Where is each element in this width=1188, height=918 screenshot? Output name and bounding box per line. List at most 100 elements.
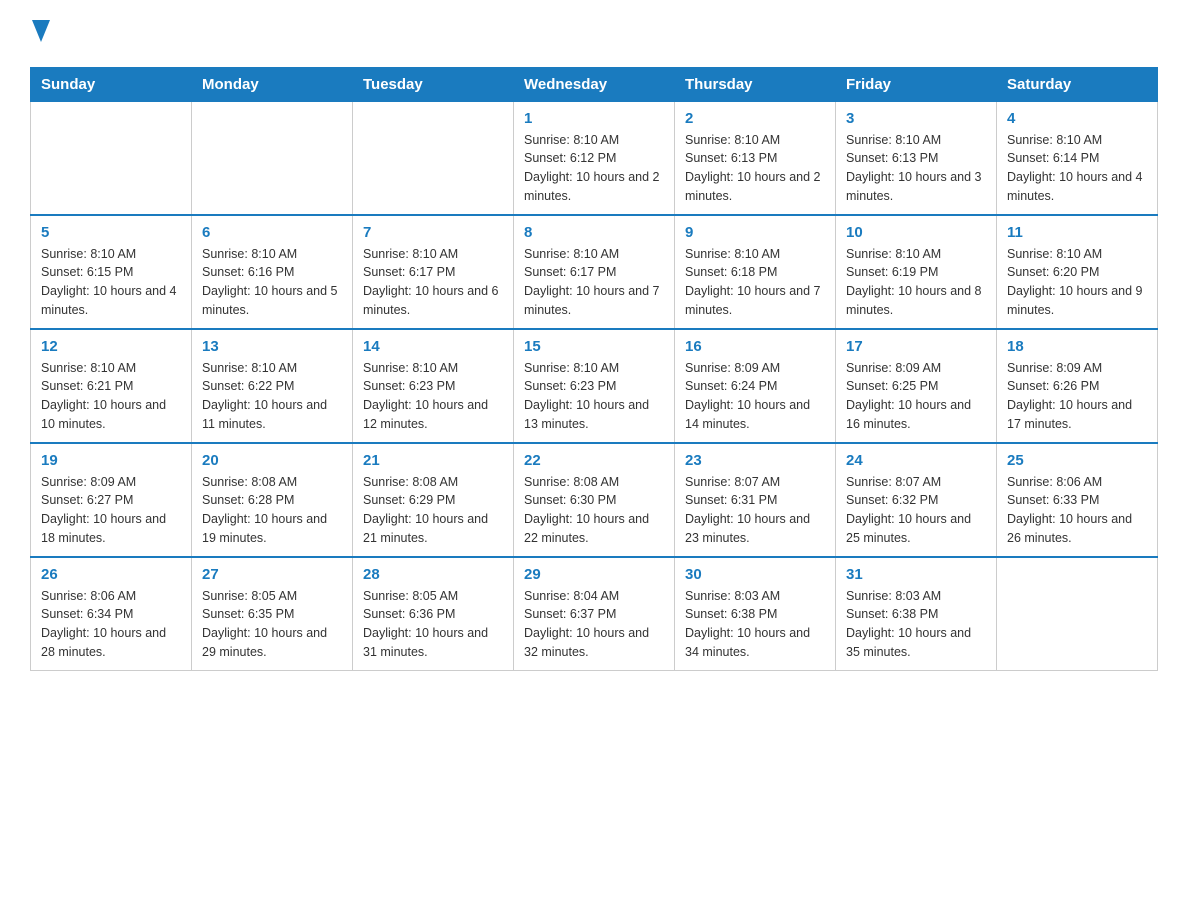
calendar-day-cell — [192, 101, 353, 215]
day-info: Sunrise: 8:10 AMSunset: 6:20 PMDaylight:… — [1007, 245, 1147, 320]
day-info: Sunrise: 8:10 AMSunset: 6:17 PMDaylight:… — [363, 245, 503, 320]
calendar-day-cell: 16 Sunrise: 8:09 AMSunset: 6:24 PMDayligh… — [675, 329, 836, 443]
calendar-day-cell: 17 Sunrise: 8:09 AMSunset: 6:25 PMDayligh… — [836, 329, 997, 443]
day-number: 2 — [685, 110, 825, 127]
day-info: Sunrise: 8:06 AMSunset: 6:34 PMDaylight:… — [41, 587, 181, 662]
calendar-day-cell — [997, 557, 1158, 671]
calendar-day-header: Saturday — [997, 67, 1158, 101]
calendar-day-cell: 13 Sunrise: 8:10 AMSunset: 6:22 PMDayligh… — [192, 329, 353, 443]
day-number: 30 — [685, 566, 825, 583]
day-number: 14 — [363, 338, 503, 355]
day-number: 12 — [41, 338, 181, 355]
day-info: Sunrise: 8:09 AMSunset: 6:26 PMDaylight:… — [1007, 359, 1147, 434]
day-number: 11 — [1007, 224, 1147, 241]
logo — [30, 20, 50, 47]
calendar-day-cell: 25Sunrise: 8:06 AMSunset: 6:33 PMDayligh… — [997, 443, 1158, 557]
day-info: Sunrise: 8:07 AMSunset: 6:31 PMDaylight:… — [685, 473, 825, 548]
day-info: Sunrise: 8:10 AMSunset: 6:16 PMDaylight:… — [202, 245, 342, 320]
calendar-header-row: SundayMondayTuesdayWednesdayThursdayFrid… — [31, 67, 1158, 101]
calendar-day-header: Wednesday — [514, 67, 675, 101]
calendar-day-cell: 31 Sunrise: 8:03 AMSunset: 6:38 PMDayligh… — [836, 557, 997, 671]
calendar-day-header: Thursday — [675, 67, 836, 101]
day-number: 20 — [202, 452, 342, 469]
day-number: 3 — [846, 110, 986, 127]
day-info: Sunrise: 8:10 AMSunset: 6:17 PMDaylight:… — [524, 245, 664, 320]
calendar-day-cell: 18 Sunrise: 8:09 AMSunset: 6:26 PMDayligh… — [997, 329, 1158, 443]
day-info: Sunrise: 8:10 AMSunset: 6:19 PMDaylight:… — [846, 245, 986, 320]
day-number: 7 — [363, 224, 503, 241]
logo-triangle-icon — [32, 20, 50, 42]
day-info: Sunrise: 8:10 AMSunset: 6:23 PMDaylight:… — [363, 359, 503, 434]
day-info: Sunrise: 8:08 AMSunset: 6:28 PMDaylight:… — [202, 473, 342, 548]
calendar-day-cell: 19 Sunrise: 8:09 AMSunset: 6:27 PMDayligh… — [31, 443, 192, 557]
day-number: 10 — [846, 224, 986, 241]
calendar-day-cell: 26 Sunrise: 8:06 AMSunset: 6:34 PMDayligh… — [31, 557, 192, 671]
calendar-day-header: Tuesday — [353, 67, 514, 101]
day-info: Sunrise: 8:10 AMSunset: 6:12 PMDaylight:… — [524, 131, 664, 206]
day-number: 31 — [846, 566, 986, 583]
day-info: Sunrise: 8:09 AMSunset: 6:27 PMDaylight:… — [41, 473, 181, 548]
calendar-day-cell: 20 Sunrise: 8:08 AMSunset: 6:28 PMDayligh… — [192, 443, 353, 557]
calendar-day-cell: 3 Sunrise: 8:10 AMSunset: 6:13 PMDaylight… — [836, 101, 997, 215]
day-number: 27 — [202, 566, 342, 583]
calendar-day-cell: 4 Sunrise: 8:10 AMSunset: 6:14 PMDaylight… — [997, 101, 1158, 215]
calendar-day-cell: 27 Sunrise: 8:05 AMSunset: 6:35 PMDayligh… — [192, 557, 353, 671]
day-number: 18 — [1007, 338, 1147, 355]
calendar-day-cell: 12 Sunrise: 8:10 AMSunset: 6:21 PMDayligh… — [31, 329, 192, 443]
calendar-week-row: 5Sunrise: 8:10 AMSunset: 6:15 PMDaylight… — [31, 215, 1158, 329]
day-number: 4 — [1007, 110, 1147, 127]
calendar-day-cell: 1 Sunrise: 8:10 AMSunset: 6:12 PMDaylight… — [514, 101, 675, 215]
calendar-day-cell: 7 Sunrise: 8:10 AMSunset: 6:17 PMDaylight… — [353, 215, 514, 329]
calendar-week-row: 26 Sunrise: 8:06 AMSunset: 6:34 PMDayligh… — [31, 557, 1158, 671]
day-number: 22 — [524, 452, 664, 469]
day-number: 25 — [1007, 452, 1147, 469]
calendar-day-cell: 30Sunrise: 8:03 AMSunset: 6:38 PMDayligh… — [675, 557, 836, 671]
calendar-day-cell: 29 Sunrise: 8:04 AMSunset: 6:37 PMDayligh… — [514, 557, 675, 671]
calendar-day-cell: 2 Sunrise: 8:10 AMSunset: 6:13 PMDaylight… — [675, 101, 836, 215]
day-info: Sunrise: 8:10 AMSunset: 6:13 PMDaylight:… — [846, 131, 986, 206]
calendar-week-row: 1 Sunrise: 8:10 AMSunset: 6:12 PMDaylight… — [31, 101, 1158, 215]
day-info: Sunrise: 8:04 AMSunset: 6:37 PMDaylight:… — [524, 587, 664, 662]
calendar-day-header: Friday — [836, 67, 997, 101]
day-info: Sunrise: 8:10 AMSunset: 6:21 PMDaylight:… — [41, 359, 181, 434]
calendar-week-row: 19 Sunrise: 8:09 AMSunset: 6:27 PMDayligh… — [31, 443, 1158, 557]
calendar-day-cell: 14 Sunrise: 8:10 AMSunset: 6:23 PMDayligh… — [353, 329, 514, 443]
day-info: Sunrise: 8:10 AMSunset: 6:18 PMDaylight:… — [685, 245, 825, 320]
calendar-table: SundayMondayTuesdayWednesdayThursdayFrid… — [30, 67, 1158, 671]
day-info: Sunrise: 8:09 AMSunset: 6:25 PMDaylight:… — [846, 359, 986, 434]
calendar-day-cell: 9 Sunrise: 8:10 AMSunset: 6:18 PMDaylight… — [675, 215, 836, 329]
day-number: 1 — [524, 110, 664, 127]
calendar-day-cell: 22 Sunrise: 8:08 AMSunset: 6:30 PMDayligh… — [514, 443, 675, 557]
calendar-day-cell: 5Sunrise: 8:10 AMSunset: 6:15 PMDaylight… — [31, 215, 192, 329]
calendar-day-cell — [353, 101, 514, 215]
calendar-day-cell: 23Sunrise: 8:07 AMSunset: 6:31 PMDayligh… — [675, 443, 836, 557]
day-number: 19 — [41, 452, 181, 469]
calendar-day-cell: 11 Sunrise: 8:10 AMSunset: 6:20 PMDayligh… — [997, 215, 1158, 329]
day-number: 17 — [846, 338, 986, 355]
day-info: Sunrise: 8:10 AMSunset: 6:22 PMDaylight:… — [202, 359, 342, 434]
day-info: Sunrise: 8:03 AMSunset: 6:38 PMDaylight:… — [846, 587, 986, 662]
day-info: Sunrise: 8:07 AMSunset: 6:32 PMDaylight:… — [846, 473, 986, 548]
calendar-day-header: Sunday — [31, 67, 192, 101]
day-number: 29 — [524, 566, 664, 583]
day-number: 8 — [524, 224, 664, 241]
day-number: 28 — [363, 566, 503, 583]
calendar-day-cell: 15 Sunrise: 8:10 AMSunset: 6:23 PMDayligh… — [514, 329, 675, 443]
day-number: 16 — [685, 338, 825, 355]
day-number: 9 — [685, 224, 825, 241]
calendar-day-cell: 24 Sunrise: 8:07 AMSunset: 6:32 PMDayligh… — [836, 443, 997, 557]
day-info: Sunrise: 8:05 AMSunset: 6:35 PMDaylight:… — [202, 587, 342, 662]
day-number: 13 — [202, 338, 342, 355]
calendar-day-cell — [31, 101, 192, 215]
day-info: Sunrise: 8:10 AMSunset: 6:23 PMDaylight:… — [524, 359, 664, 434]
day-info: Sunrise: 8:08 AMSunset: 6:30 PMDaylight:… — [524, 473, 664, 548]
day-info: Sunrise: 8:08 AMSunset: 6:29 PMDaylight:… — [363, 473, 503, 548]
calendar-day-cell: 6 Sunrise: 8:10 AMSunset: 6:16 PMDaylight… — [192, 215, 353, 329]
day-info: Sunrise: 8:10 AMSunset: 6:13 PMDaylight:… — [685, 131, 825, 206]
day-info: Sunrise: 8:10 AMSunset: 6:14 PMDaylight:… — [1007, 131, 1147, 206]
day-number: 15 — [524, 338, 664, 355]
day-number: 6 — [202, 224, 342, 241]
day-number: 26 — [41, 566, 181, 583]
day-info: Sunrise: 8:09 AMSunset: 6:24 PMDaylight:… — [685, 359, 825, 434]
day-number: 24 — [846, 452, 986, 469]
